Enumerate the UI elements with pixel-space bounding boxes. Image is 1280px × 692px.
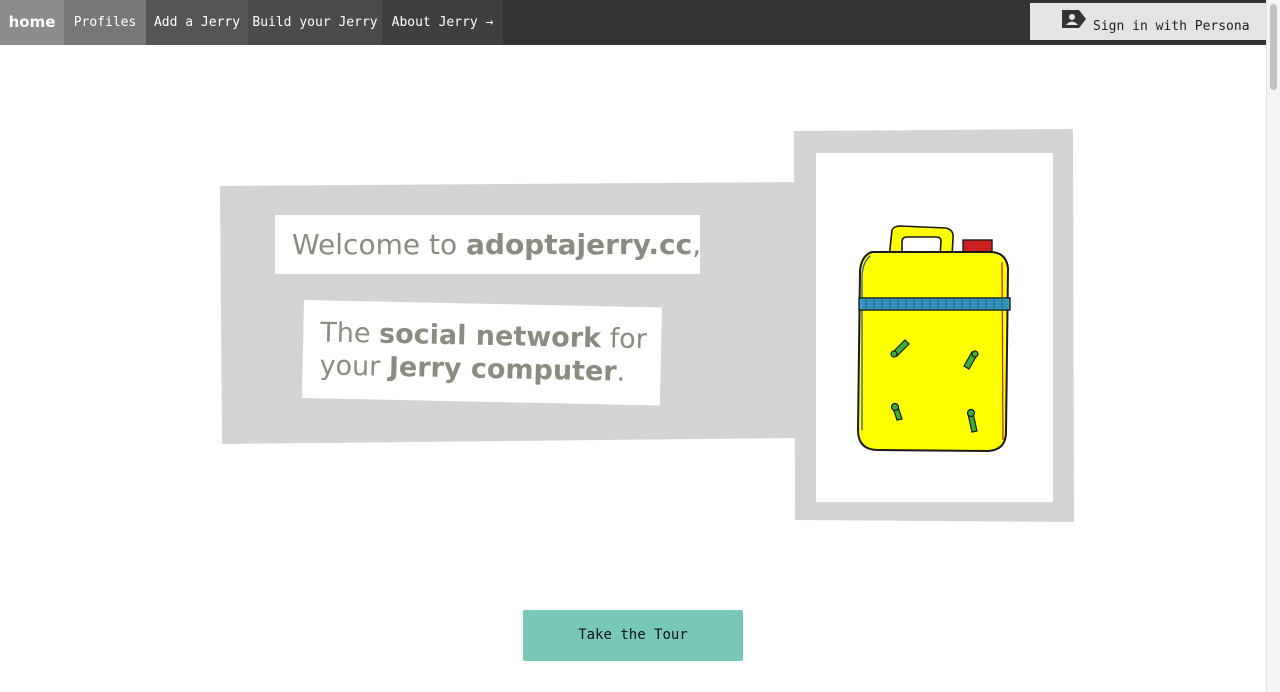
nav-home[interactable]: home (0, 0, 64, 45)
persona-icon (1062, 10, 1086, 28)
hero-illustration (220, 129, 1074, 522)
sign-in-label: Sign in with Persona (1093, 19, 1250, 34)
nav-build-your-jerry[interactable]: Build your Jerry (248, 0, 382, 45)
nav-add-a-jerry[interactable]: Add a Jerry (146, 0, 248, 45)
nav-about-jerry[interactable]: About Jerry → (382, 0, 503, 45)
scrollbar-thumb[interactable] (1270, 4, 1277, 90)
vertical-scrollbar[interactable] (1266, 0, 1280, 692)
take-the-tour-button[interactable]: Take the Tour (523, 610, 743, 661)
sign-in-with-persona-button[interactable]: Sign in with Persona (1030, 3, 1266, 40)
nav-profiles[interactable]: Profiles (64, 0, 146, 45)
hero-banner-background (220, 182, 795, 444)
top-navigation-bar: home Profiles Add a Jerry Build your Jer… (0, 0, 1266, 45)
jerry-can-icon (856, 225, 1011, 453)
